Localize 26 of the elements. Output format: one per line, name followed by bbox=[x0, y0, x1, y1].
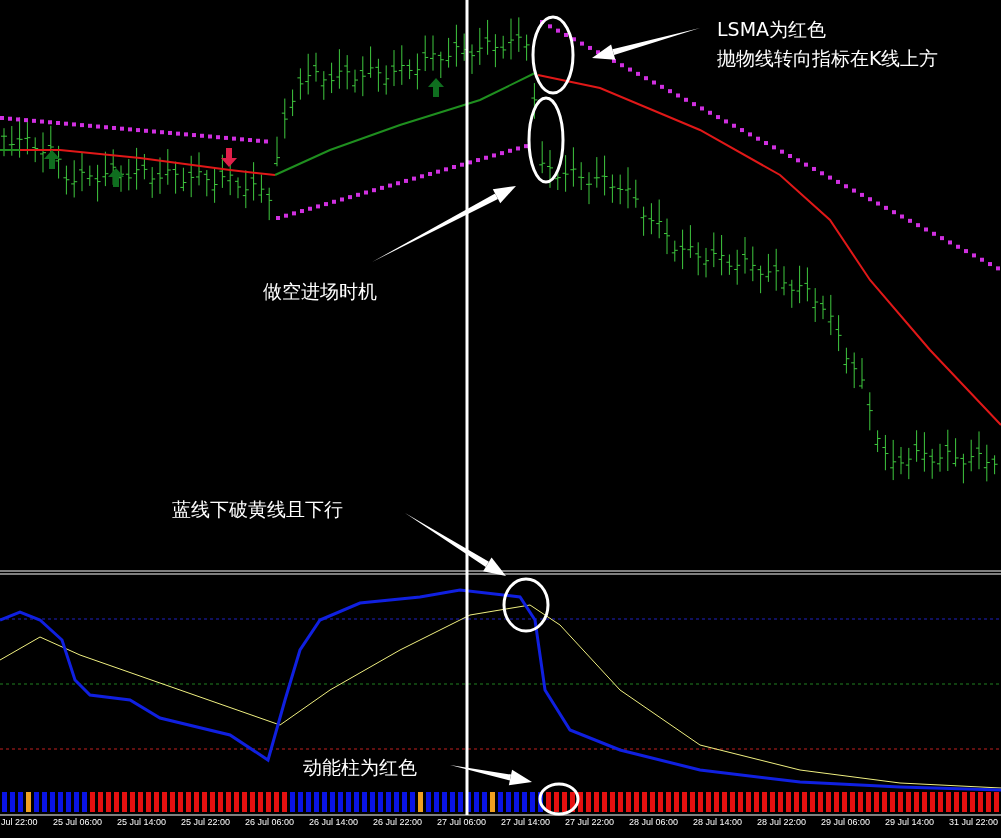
time-axis-label: 29 Jul 14:00 bbox=[884, 817, 936, 827]
annotation-text: 做空进场时机 bbox=[263, 280, 377, 303]
annotation-ellipse bbox=[502, 577, 550, 633]
up-arrow-icon bbox=[428, 78, 444, 97]
time-axis-label: 26 Jul 14:00 bbox=[308, 817, 360, 827]
time-axis-label: Jul 22:00 bbox=[0, 817, 39, 827]
time-axis-label: 25 Jul 06:00 bbox=[52, 817, 104, 827]
time-axis-label: 28 Jul 14:00 bbox=[692, 817, 744, 827]
time-axis-label: 25 Jul 14:00 bbox=[116, 817, 168, 827]
time-axis-label: 28 Jul 22:00 bbox=[756, 817, 808, 827]
time-axis-label: 28 Jul 06:00 bbox=[628, 817, 680, 827]
up-arrow-icon bbox=[44, 150, 60, 169]
annotation-text: LSMA为红色 bbox=[717, 18, 827, 41]
time-axis-label: 26 Jul 22:00 bbox=[372, 817, 424, 827]
time-axis-label: 31 Jul 22:00 bbox=[948, 817, 1000, 827]
time-axis-label: 27 Jul 22:00 bbox=[564, 817, 616, 827]
time-axis-label: 29 Jul 06:00 bbox=[820, 817, 872, 827]
annotation-text: 蓝线下破黄线且下行 bbox=[172, 498, 343, 521]
time-axis-label: 27 Jul 14:00 bbox=[500, 817, 552, 827]
down-arrow-icon bbox=[221, 148, 237, 167]
time-axis-label: 27 Jul 06:00 bbox=[436, 817, 488, 827]
time-axis-label: 25 Jul 22:00 bbox=[180, 817, 232, 827]
time-axis-label: 26 Jul 06:00 bbox=[244, 817, 296, 827]
up-arrow-icon bbox=[108, 168, 124, 187]
annotation-text: 动能柱为红色 bbox=[303, 756, 417, 779]
annotation-text: 抛物线转向指标在K线上方 bbox=[717, 47, 939, 70]
